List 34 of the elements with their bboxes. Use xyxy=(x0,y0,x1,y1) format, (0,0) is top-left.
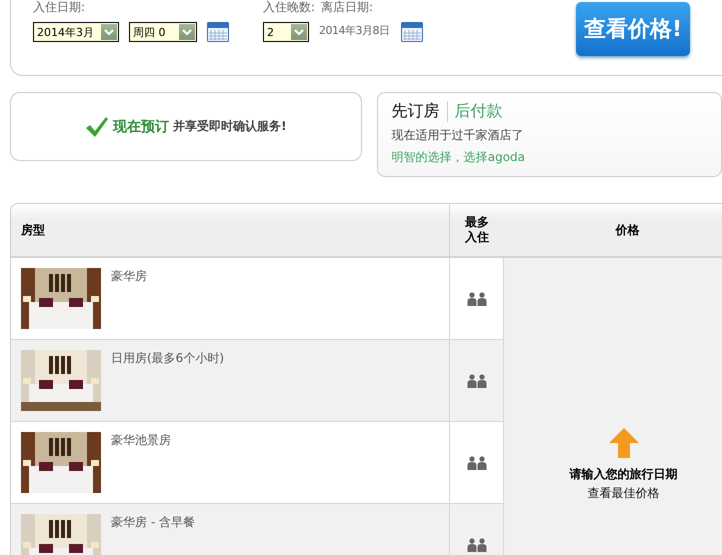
nights-dropdown[interactable]: 2 xyxy=(263,22,309,42)
check-icon xyxy=(85,116,110,138)
room-name[interactable]: 豪华池景房 xyxy=(111,432,171,449)
caret-icon xyxy=(294,28,304,36)
two-persons-icon xyxy=(466,456,486,470)
column-header: 价格 xyxy=(504,204,722,258)
room-name[interactable]: 豪华房 - 含早餐 xyxy=(111,514,195,531)
promo-highlight: 现在预订 xyxy=(113,118,170,136)
pay-later-tagline: 明智的选择，选择agoda xyxy=(392,149,526,166)
calendar-icon[interactable] xyxy=(207,22,229,42)
checkout-label: 离店日期: xyxy=(321,0,374,14)
pay-later-title: 先订房 xyxy=(392,101,448,122)
checkout-date: 2014年3月8日 xyxy=(319,22,390,38)
column-header: 房型 xyxy=(11,204,450,258)
price-prompt-title: 请输入您的旅行日期 xyxy=(570,466,678,483)
month-dropdown[interactable]: 2014年3月 xyxy=(33,22,119,42)
nights-label: 入住晚数: xyxy=(263,0,316,14)
pay-later-accent: 后付款 xyxy=(454,101,503,122)
two-persons-icon xyxy=(466,292,486,306)
two-persons-icon xyxy=(466,538,486,552)
check-price-button[interactable]: 查看价格! xyxy=(576,2,690,56)
room-name[interactable]: 日用房(最多6个小时) xyxy=(111,350,224,367)
up-arrow-icon xyxy=(608,428,638,458)
promo-text: 并享受即时确认服务! xyxy=(173,118,287,135)
column-header: 最多入住 xyxy=(450,204,506,258)
room-name[interactable]: 豪华房 xyxy=(111,268,147,285)
caret-icon xyxy=(104,28,114,36)
price-prompt-subtitle: 查看最佳价格 xyxy=(588,485,660,502)
two-persons-icon xyxy=(466,374,486,388)
caret-icon xyxy=(182,28,192,36)
pay-later-text: 现在适用于过千家酒店了 xyxy=(392,127,524,144)
day-dropdown[interactable]: 周四 0 xyxy=(129,22,197,42)
calendar-icon[interactable] xyxy=(401,22,423,42)
checkin-label: 入住日期: xyxy=(33,0,86,14)
